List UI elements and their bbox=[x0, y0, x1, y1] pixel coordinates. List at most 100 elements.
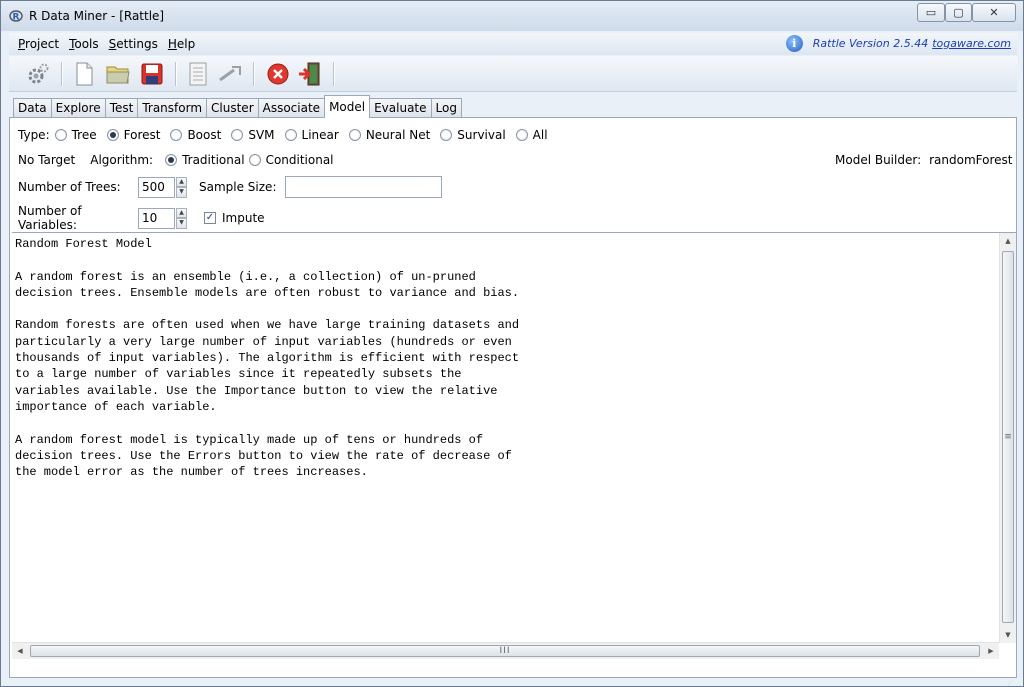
radio-icon bbox=[54, 129, 67, 141]
title-bar[interactable]: R R Data Miner - [Rattle] ▭ ▢ ✕ bbox=[1, 1, 1023, 31]
scroll-down-icon[interactable]: ▼ bbox=[1000, 627, 1016, 643]
togaware-link[interactable]: togaware.com bbox=[932, 37, 1011, 50]
model-builder-label: Model Builder: bbox=[835, 153, 922, 167]
target-status: No Target bbox=[18, 153, 76, 167]
trees-spinner: 500 ▲ ▼ bbox=[138, 176, 187, 198]
tab-cluster[interactable]: Cluster bbox=[206, 98, 259, 118]
execute-icon bbox=[28, 63, 49, 84]
toolbar bbox=[9, 56, 1017, 92]
info-icon[interactable]: i bbox=[785, 35, 803, 52]
text-line: particularly a very large number of inpu… bbox=[15, 334, 512, 349]
menu-project[interactable]: Project bbox=[18, 37, 59, 51]
radio-icon bbox=[284, 129, 297, 141]
type-neural-net-radio[interactable]: Neural Net bbox=[348, 128, 430, 142]
type-tree-label: Tree bbox=[71, 128, 97, 142]
impute-checkbox[interactable]: ✓ Impute bbox=[204, 211, 265, 225]
menu-tools[interactable]: Tools bbox=[69, 37, 99, 51]
text-line: A random forest model is typically made … bbox=[15, 432, 484, 447]
trees-input[interactable]: 500 bbox=[138, 176, 175, 198]
algorithm-traditional-label: Traditional bbox=[182, 153, 245, 167]
spin-up-icon[interactable]: ▲ bbox=[176, 207, 187, 218]
text-line: to a large number of variables since it … bbox=[15, 367, 462, 382]
open-icon bbox=[106, 66, 130, 84]
algorithm-conditional-radio[interactable]: Conditional bbox=[248, 153, 334, 167]
toolbar-separator bbox=[61, 62, 62, 86]
minimize-button[interactable]: ▭ bbox=[917, 3, 945, 22]
radio-icon bbox=[170, 129, 183, 141]
tab-evaluate[interactable]: Evaluate bbox=[369, 98, 432, 118]
horizontal-scrollbar[interactable]: ◀ III ▶ bbox=[12, 642, 999, 659]
variables-row: Number of Variables: 10 ▲ ▼ ✓ Impute bbox=[18, 204, 265, 232]
toolbar-separator bbox=[175, 62, 176, 86]
version-area: i Rattle Version 2.5.44 togaware.com bbox=[785, 35, 1011, 52]
trees-row: Number of Trees: 500 ▲ ▼ Sample Size: bbox=[18, 176, 443, 198]
type-boost-label: Boost bbox=[187, 128, 222, 142]
text-line bbox=[15, 301, 995, 317]
menu-help[interactable]: Help bbox=[168, 37, 195, 51]
scroll-up-icon[interactable]: ▲ bbox=[1000, 233, 1016, 249]
type-boost-radio[interactable]: Boost bbox=[170, 128, 221, 142]
radio-selected-icon bbox=[165, 154, 178, 166]
model-panel: Type: Tree Forest Boost SVM Linear Neura… bbox=[9, 117, 1017, 678]
radio-icon bbox=[440, 129, 453, 141]
spin-down-icon[interactable]: ▼ bbox=[176, 218, 187, 229]
tab-test[interactable]: Test bbox=[104, 98, 139, 118]
type-tree-radio[interactable]: Tree bbox=[54, 128, 97, 142]
new-button[interactable] bbox=[71, 61, 97, 87]
radio-icon bbox=[231, 129, 244, 141]
text-line bbox=[15, 252, 995, 268]
tab-model[interactable]: Model bbox=[324, 95, 371, 118]
horizontal-scroll-thumb[interactable]: III bbox=[30, 645, 980, 657]
scroll-right-icon[interactable]: ▶ bbox=[983, 643, 999, 659]
stop-button[interactable] bbox=[265, 61, 291, 87]
tab-log[interactable]: Log bbox=[430, 98, 462, 118]
variables-label: Number of Variables: bbox=[18, 204, 82, 232]
text-line: decision trees. Use the Errors button to… bbox=[15, 448, 512, 463]
type-all-radio[interactable]: All bbox=[515, 128, 548, 142]
tab-data[interactable]: Data bbox=[13, 98, 52, 118]
report-button[interactable] bbox=[185, 61, 211, 87]
close-button[interactable]: ✕ bbox=[972, 3, 1016, 22]
variables-input[interactable]: 10 bbox=[138, 207, 175, 229]
tab-transform[interactable]: Transform bbox=[137, 98, 208, 118]
tab-explore[interactable]: Explore bbox=[50, 98, 106, 118]
text-line: thousands of input variables). The algor… bbox=[15, 351, 520, 366]
sample-size-label: Sample Size: bbox=[199, 180, 277, 194]
radio-icon bbox=[248, 154, 261, 166]
type-svm-radio[interactable]: SVM bbox=[231, 128, 275, 142]
close-icon: ✕ bbox=[989, 6, 999, 19]
menu-settings[interactable]: Settings bbox=[109, 37, 158, 51]
maximize-button[interactable]: ▢ bbox=[945, 3, 972, 22]
quit-button[interactable] bbox=[297, 61, 323, 87]
new-icon bbox=[76, 62, 93, 86]
stop-icon bbox=[267, 63, 289, 85]
resize-grip-icon[interactable]: ⋰ bbox=[1007, 679, 1017, 687]
text-line: Random Forest Model bbox=[15, 237, 152, 251]
vertical-scroll-thumb[interactable]: ≡ bbox=[1002, 251, 1014, 623]
algorithm-traditional-radio[interactable]: Traditional bbox=[165, 153, 245, 167]
checkmark-icon: ✓ bbox=[204, 212, 216, 224]
vertical-scrollbar[interactable]: ▲ ≡ ▼ bbox=[999, 233, 1016, 643]
radio-icon bbox=[348, 129, 361, 141]
toolbar-separator bbox=[333, 62, 334, 86]
text-line: importance of each variable. bbox=[15, 399, 217, 414]
type-forest-radio[interactable]: Forest bbox=[106, 128, 160, 142]
export-button[interactable] bbox=[217, 61, 243, 87]
description-text: Random Forest Model A random forest is a… bbox=[15, 236, 995, 638]
model-description-textview[interactable]: Random Forest Model A random forest is a… bbox=[12, 232, 1016, 643]
spin-down-icon[interactable]: ▼ bbox=[176, 187, 187, 198]
tab-associate[interactable]: Associate bbox=[257, 98, 326, 118]
open-button[interactable] bbox=[105, 61, 131, 87]
minimize-icon: ▭ bbox=[925, 6, 937, 19]
save-button[interactable] bbox=[139, 61, 165, 87]
spin-up-icon[interactable]: ▲ bbox=[176, 176, 187, 187]
text-line bbox=[15, 415, 995, 431]
execute-button[interactable] bbox=[25, 61, 51, 87]
type-survival-radio[interactable]: Survival bbox=[440, 128, 506, 142]
sample-size-input[interactable] bbox=[285, 176, 443, 198]
type-linear-radio[interactable]: Linear bbox=[284, 128, 339, 142]
notebook-tabs: Data Explore Test Transform Cluster Asso… bbox=[13, 95, 462, 118]
window-title: R Data Miner - [Rattle] bbox=[29, 9, 165, 23]
scroll-left-icon[interactable]: ◀ bbox=[12, 643, 28, 659]
algorithm-label: Algorithm: bbox=[90, 153, 154, 167]
